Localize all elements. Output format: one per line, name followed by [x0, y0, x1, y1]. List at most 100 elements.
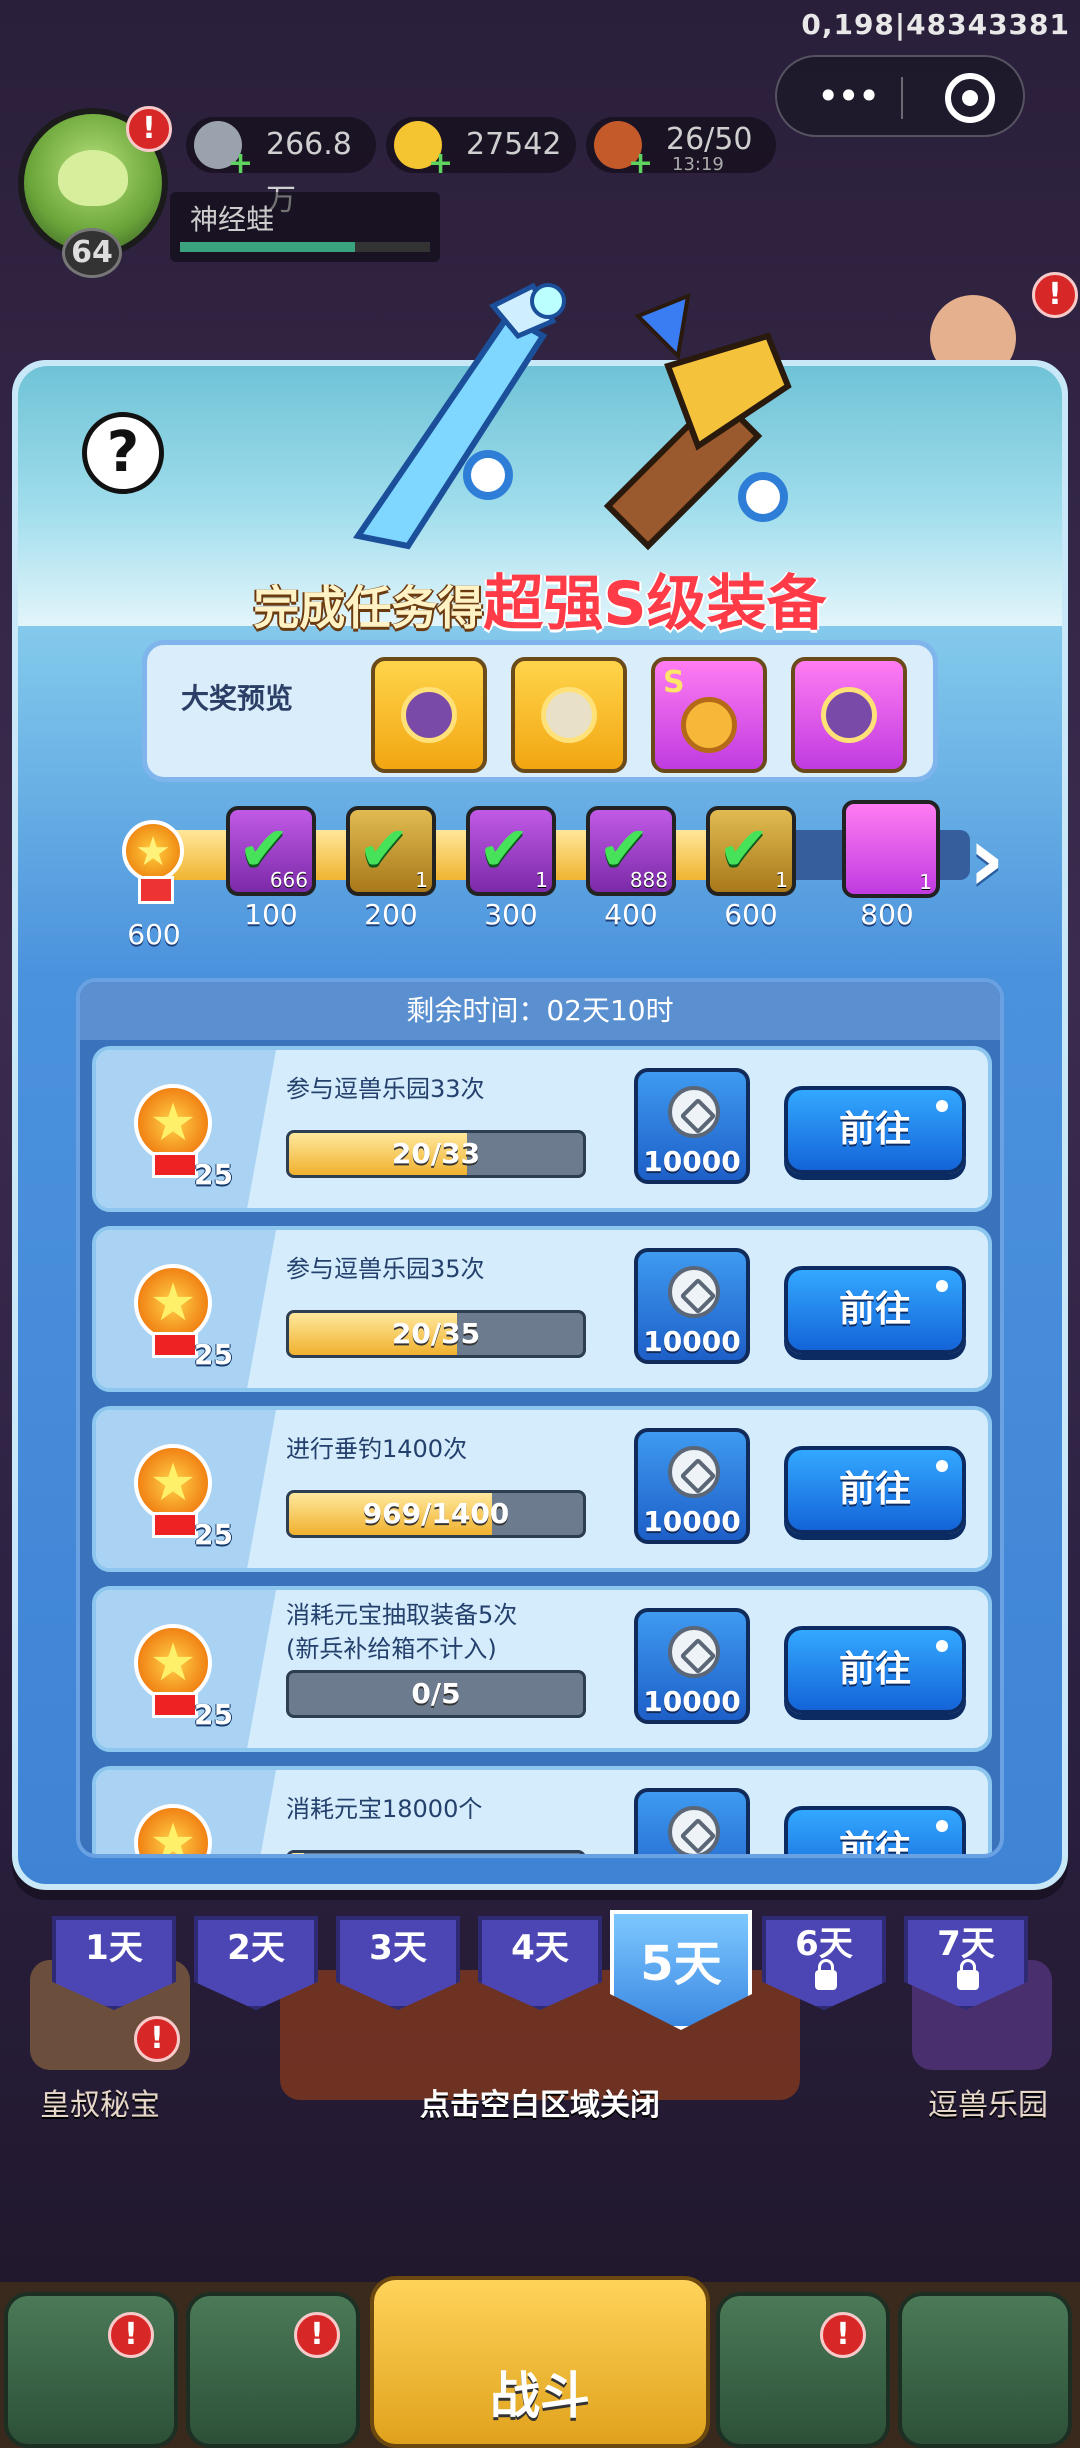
- fight-label: 战斗: [490, 2367, 590, 2425]
- task-row: ★ 25 进行垂钓1400次 969/1400 10000 前往: [92, 1406, 992, 1572]
- milestone-count: 1: [919, 870, 932, 894]
- task-reward-amount: 10000: [643, 1145, 741, 1178]
- day-tab-label: 4天: [511, 1928, 569, 1968]
- nav-shop-badge: !: [108, 2312, 154, 2358]
- task-progress-bar: 0/5: [286, 1670, 586, 1718]
- silver-reward-icon[interactable]: 10000: [634, 1068, 750, 1184]
- points-medal-icon: ★: [134, 1444, 212, 1538]
- miniprogram-capsule[interactable]: •••: [775, 55, 1025, 137]
- resource-gold-value: 27542: [466, 127, 562, 162]
- day-tab-label: 6天: [795, 1924, 853, 1964]
- day-tab-label: 7天: [937, 1924, 995, 1964]
- milestone-label: 300: [484, 898, 538, 931]
- points-medal-icon: ★: [134, 1084, 212, 1178]
- resource-gold[interactable]: + 27542: [386, 117, 576, 179]
- milestone-reward-3[interactable]: ✔ 888: [586, 806, 676, 896]
- milestone-label: 100: [244, 898, 298, 931]
- task-name: 消耗元宝抽取装备5次 (新兵补给箱不计入): [286, 1601, 518, 1663]
- go-button[interactable]: 前往: [784, 1266, 966, 1354]
- task-reward-amount: 10000: [643, 1325, 741, 1358]
- task-name: 进行垂钓1400次: [286, 1435, 468, 1463]
- task-points: 25: [194, 1338, 233, 1371]
- go-button[interactable]: 前往: [784, 1626, 966, 1714]
- go-button[interactable]: 前往: [784, 1806, 966, 1854]
- next-arrow-icon[interactable]: ›: [968, 815, 1005, 905]
- gold-chest-1-icon[interactable]: [371, 657, 487, 773]
- milestone-count: 666: [269, 868, 308, 892]
- player-name: 神经蛙: [190, 203, 275, 236]
- milestone-label: 600: [724, 898, 778, 931]
- task-name: 消耗元宝18000个: [286, 1795, 483, 1823]
- milestone-reward-5[interactable]: 1: [842, 800, 940, 898]
- close-miniprogram-icon[interactable]: [945, 73, 995, 123]
- title-part2: 超强S级装备: [483, 569, 827, 639]
- remaining-time: 剩余时间：02天10时: [80, 982, 1000, 1040]
- milestone-reward-0[interactable]: ✔ 666: [226, 806, 316, 896]
- resource-stamina-value: 26/50: [666, 122, 753, 157]
- inspect-sword-icon[interactable]: [463, 450, 513, 500]
- task-row: ★ 25 参与逗兽乐园33次 20/33 10000 前往: [92, 1046, 992, 1212]
- milestone-count: 1: [415, 868, 428, 892]
- nav-pet-tab[interactable]: [716, 2292, 890, 2448]
- day-tab-label: 5天: [640, 1936, 722, 1992]
- more-icon[interactable]: •••: [817, 77, 880, 115]
- nav-fight-tab[interactable]: 战斗: [370, 2276, 710, 2448]
- resource-silver[interactable]: + 266.8万: [186, 117, 376, 218]
- gold-chest-2-icon[interactable]: [511, 657, 627, 773]
- milestone-reward-4[interactable]: ✔ 1: [706, 806, 796, 896]
- milestone-label: 200: [364, 898, 418, 931]
- task-progress-bar: 20/33: [286, 1130, 586, 1178]
- s-chest-icon[interactable]: S: [651, 657, 767, 773]
- task-progress-text: 969/1400: [362, 1497, 510, 1530]
- add-icon[interactable]: +: [228, 149, 253, 179]
- task-points: 25: [194, 1698, 233, 1731]
- player-level: 64: [62, 228, 122, 278]
- checkmark-icon: ✔: [358, 812, 410, 885]
- task-progress-bar: [286, 1850, 586, 1854]
- close-hint: 点击空白区域关闭: [420, 2088, 660, 2123]
- task-points: 25: [194, 1518, 233, 1551]
- task-progress-bar: 969/1400: [286, 1490, 586, 1538]
- silver-reward-icon[interactable]: 10000: [634, 1608, 750, 1724]
- task-progress-text: 20/35: [391, 1317, 481, 1350]
- silver-reward-icon[interactable]: [634, 1788, 750, 1854]
- milestone-count: 1: [535, 868, 548, 892]
- task-row: ★ 25 消耗元宝抽取装备5次 (新兵补给箱不计入) 0/5 10000 前往: [92, 1586, 992, 1752]
- go-button[interactable]: 前往: [784, 1086, 966, 1174]
- task-progress-text: 20/33: [391, 1137, 481, 1170]
- silver-reward-icon[interactable]: 10000: [634, 1428, 750, 1544]
- player-name-box: 神经蛙: [170, 192, 440, 262]
- task-progress-text: 0/5: [411, 1677, 461, 1710]
- purple-chest-icon[interactable]: [791, 657, 907, 773]
- milestone-reward-2[interactable]: ✔ 1: [466, 806, 556, 896]
- inspect-crossbow-icon[interactable]: [738, 472, 788, 522]
- nav-equipment-tab[interactable]: [186, 2292, 360, 2448]
- exp-bar: [180, 242, 430, 252]
- nav-pet-badge: !: [820, 2312, 866, 2358]
- s-grade-mark: S: [663, 665, 685, 700]
- task-list[interactable]: 剩余时间：02天10时 ★ 25 参与逗兽乐园33次 20/33 10000 前往 ★ 25 参…: [76, 978, 1004, 1858]
- stamina-timer: 13:19: [672, 154, 724, 175]
- go-button[interactable]: 前往: [784, 1446, 966, 1534]
- help-button[interactable]: ?: [82, 412, 164, 494]
- silver-reward-icon[interactable]: 10000: [634, 1248, 750, 1364]
- capsule-divider: [901, 77, 903, 119]
- milestone-count: 888: [629, 868, 668, 892]
- avatar-alert-badge: !: [126, 106, 172, 152]
- checkmark-icon: ✔: [718, 812, 770, 885]
- resource-stamina[interactable]: + 26/50 13:19: [586, 117, 776, 179]
- nav-shop-tab[interactable]: [4, 2292, 178, 2448]
- points-medal-icon: ★: [134, 1804, 212, 1854]
- task-progress-bar: 20/35: [286, 1310, 586, 1358]
- add-icon[interactable]: +: [428, 149, 453, 179]
- ice-sword-icon: [352, 282, 566, 550]
- task-reward-amount: 10000: [643, 1685, 741, 1718]
- day-tab-label: 1天: [85, 1928, 143, 1968]
- event-alert-badge: !: [1032, 272, 1078, 318]
- lock-icon: [957, 1959, 979, 1990]
- panel-title: 完成任务得超强S级装备: [0, 555, 1080, 642]
- add-icon[interactable]: +: [628, 149, 653, 179]
- nav-upgrade-tab[interactable]: [898, 2292, 1072, 2448]
- day-tab-label: 2天: [227, 1928, 285, 1968]
- milestone-reward-1[interactable]: ✔ 1: [346, 806, 436, 896]
